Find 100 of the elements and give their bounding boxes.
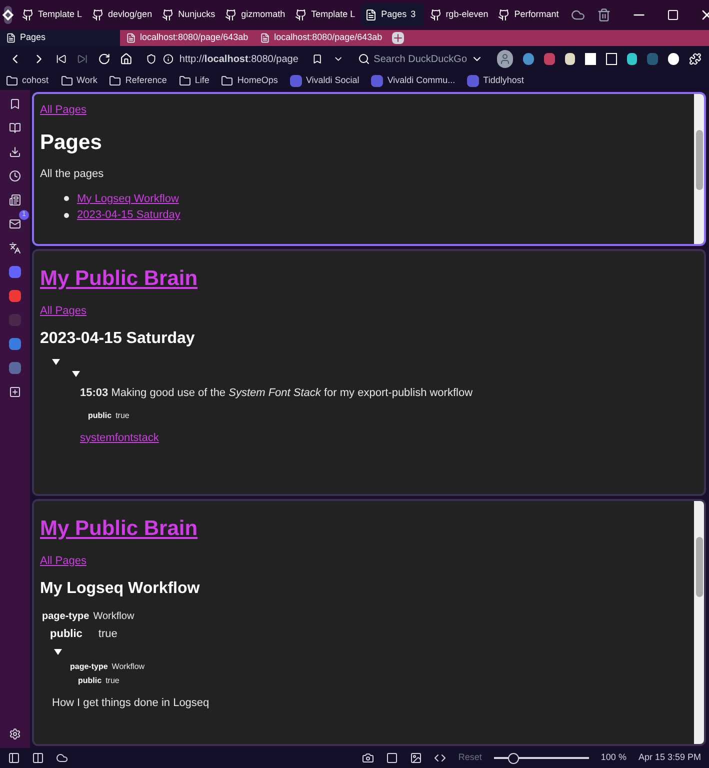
- page-link[interactable]: systemfontstack: [80, 430, 159, 446]
- reset-button[interactable]: Reset: [458, 751, 482, 765]
- avatar-icon[interactable]: [497, 50, 514, 68]
- browser-tab[interactable]: devlog/gen: [88, 3, 156, 27]
- property-key: page-type: [42, 609, 90, 624]
- bookmark-item[interactable]: Tiddlyhost: [467, 74, 524, 88]
- bookmark-item[interactable]: Reference: [109, 74, 167, 88]
- browser-tab[interactable]: rgb-eleven: [426, 3, 492, 27]
- zoom-slider[interactable]: [494, 752, 589, 764]
- window-icon[interactable]: [386, 752, 398, 764]
- bookmark-icon[interactable]: [312, 53, 324, 65]
- site-icon: [295, 9, 308, 21]
- code-icon[interactable]: [434, 752, 446, 764]
- browser-tab[interactable]: Performant: [494, 3, 563, 27]
- site-icon: [498, 9, 510, 21]
- notes-icon[interactable]: [9, 194, 21, 206]
- page-text: How I get things done in Logseq: [52, 696, 210, 710]
- camera-icon[interactable]: [362, 752, 374, 764]
- bookmark-item[interactable]: cohost: [6, 74, 49, 88]
- tile-icon[interactable]: [32, 752, 44, 764]
- url-text: http://localhost:8080/page: [179, 52, 298, 66]
- cloud-icon[interactable]: [56, 752, 68, 764]
- extension-icon[interactable]: [564, 53, 576, 65]
- stacked-tab[interactable]: Pages: [0, 30, 120, 46]
- tab-count: 3: [410, 8, 417, 22]
- collapse-triangle-icon[interactable]: [54, 648, 62, 654]
- browser-tab[interactable]: Template L: [291, 3, 360, 27]
- property-value: Workflow: [112, 660, 145, 672]
- slider-thumb[interactable]: [508, 752, 519, 764]
- site-icon: [430, 9, 442, 21]
- page-link[interactable]: All Pages: [40, 102, 86, 118]
- search-icon: [358, 53, 370, 65]
- site-icon: [371, 75, 384, 87]
- site-title-link[interactable]: My Public Brain: [40, 263, 198, 294]
- site-icon: [467, 75, 480, 87]
- extension-icon[interactable]: [606, 53, 617, 65]
- stacked-tab[interactable]: localhost:8080/page/643ab: [254, 30, 388, 46]
- browser-tab[interactable]: gizmomath: [221, 3, 290, 27]
- maximize-icon[interactable]: [666, 9, 679, 21]
- page-link[interactable]: My Logseq Workflow: [77, 190, 179, 207]
- info-icon[interactable]: [162, 53, 174, 65]
- book-icon[interactable]: [9, 122, 21, 134]
- extension-icon[interactable]: [668, 53, 679, 65]
- folder-icon: [60, 75, 73, 87]
- site-icon: [290, 75, 302, 87]
- collapse-triangle-icon[interactable]: [52, 359, 60, 365]
- search-field[interactable]: Search DuckDuckGo: [354, 49, 488, 69]
- image-icon[interactable]: [410, 752, 422, 764]
- rewind-icon[interactable]: [56, 53, 67, 65]
- new-tab-icon[interactable]: [392, 32, 404, 44]
- page-icon: [365, 9, 378, 21]
- add-panel-icon[interactable]: [9, 386, 21, 398]
- journal-entry: 15:03 Making good use of the System Font Stack for my export-publish workflow: [80, 386, 474, 401]
- web-panel-icon[interactable]: [9, 338, 21, 350]
- mail-icon[interactable]: [9, 218, 21, 230]
- extension-icon[interactable]: [626, 53, 638, 65]
- site-icon: [22, 9, 34, 21]
- fast-forward-icon[interactable]: [76, 53, 88, 65]
- panel-toggle-icon[interactable]: [8, 752, 20, 764]
- page-heading: 2023-04-15 Saturday: [40, 329, 196, 349]
- scrollbar[interactable]: [694, 501, 704, 744]
- scrollbar[interactable]: [694, 94, 704, 244]
- browser-tab[interactable]: Template L: [18, 3, 86, 27]
- page-text: All the pages: [40, 167, 105, 182]
- page-link[interactable]: All Pages: [40, 552, 86, 569]
- clock-icon[interactable]: [9, 170, 21, 182]
- property-key: public: [88, 410, 112, 422]
- web-panel-icon[interactable]: [9, 266, 21, 278]
- property-key: public: [78, 674, 102, 686]
- home-icon[interactable]: [120, 52, 132, 66]
- site-title-link[interactable]: My Public Brain: [40, 513, 198, 544]
- bookmark-item[interactable]: Vivaldi Social: [290, 74, 360, 88]
- folder-icon: [109, 75, 122, 87]
- web-panel-icon[interactable]: [9, 362, 21, 374]
- bookmark-item[interactable]: Life: [178, 74, 210, 88]
- bookmark-icon[interactable]: [9, 98, 21, 110]
- browser-logo[interactable]: [4, 6, 12, 24]
- folder-icon: [178, 75, 191, 87]
- reload-icon[interactable]: [98, 52, 110, 66]
- extensions-icon[interactable]: [688, 52, 701, 66]
- bookmark-item[interactable]: Vivaldi Commu...: [371, 74, 456, 88]
- page-icon: [6, 33, 16, 43]
- page-link[interactable]: 2023-04-15 Saturday: [77, 207, 180, 224]
- shield-icon[interactable]: [146, 53, 157, 65]
- bookmark-item[interactable]: Work: [60, 74, 98, 88]
- trash-icon[interactable]: [596, 8, 611, 22]
- web-panel-icon[interactable]: [9, 290, 21, 302]
- settings-icon[interactable]: [9, 728, 21, 740]
- cloud-icon[interactable]: [570, 8, 585, 22]
- folder-icon: [6, 75, 18, 87]
- collapse-triangle-icon[interactable]: [72, 371, 80, 377]
- browser-tab[interactable]: Pages 3: [361, 3, 424, 27]
- page-link[interactable]: All Pages: [40, 302, 86, 319]
- download-icon[interactable]: [9, 146, 21, 158]
- page-icon: [126, 33, 136, 43]
- stacked-tab[interactable]: localhost:8080/page/643ab: [120, 30, 254, 46]
- browser-tab[interactable]: Nunjucks: [158, 3, 220, 27]
- bookmark-item[interactable]: HomeOps: [221, 74, 278, 88]
- property-value: Workflow: [93, 610, 134, 624]
- translate-icon[interactable]: [9, 242, 21, 254]
